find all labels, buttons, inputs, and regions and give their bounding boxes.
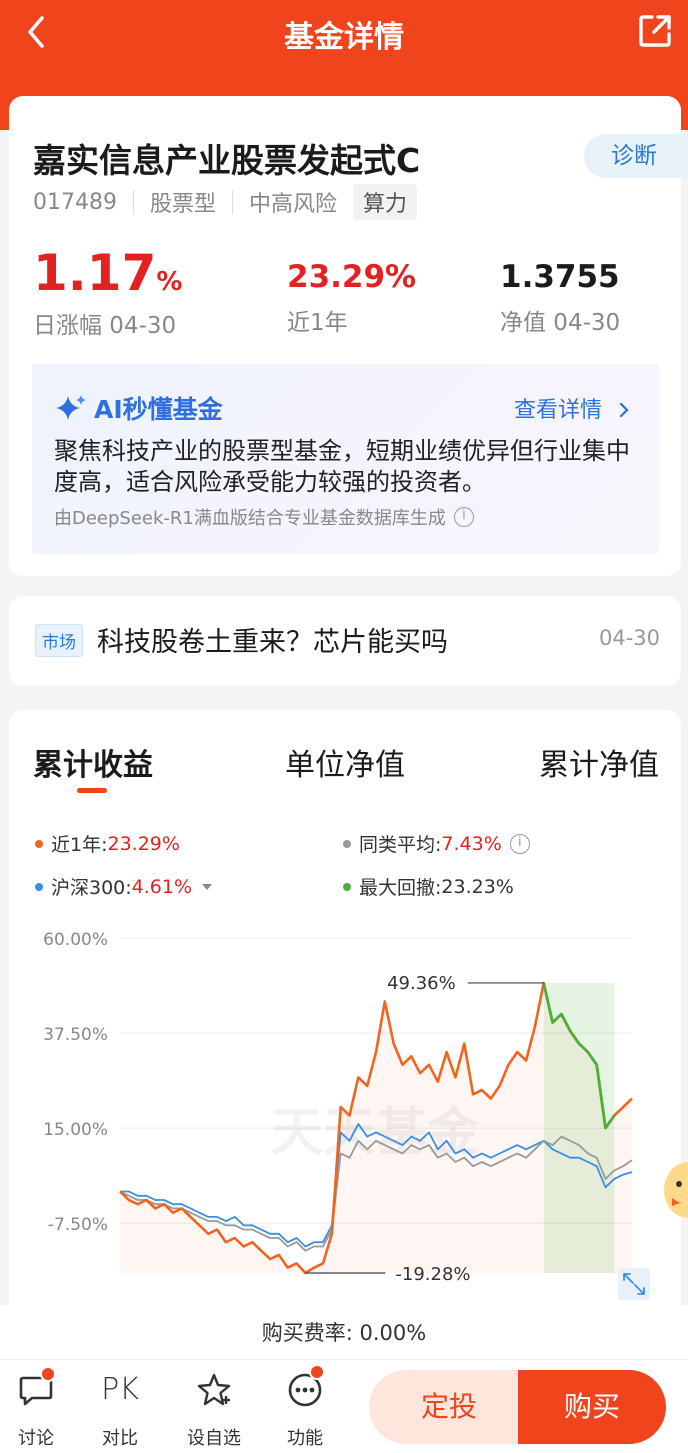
bottom-bar: 购买费率: 0.00% 讨论 PK 对比 设自选 功能 定投 购买 (0, 1305, 688, 1453)
star-add-icon (197, 1373, 231, 1406)
watchlist-button[interactable]: 设自选 (174, 1360, 254, 1453)
purchase-fee: 购买费率: 0.00% (261, 1321, 427, 1345)
notification-dot (309, 1364, 325, 1380)
sip-button[interactable]: 定投 (369, 1370, 529, 1444)
y-tick-label: 37.50% (43, 1025, 108, 1045)
y-tick-label: 15.00% (43, 1120, 108, 1140)
action-tabbar: 讨论 PK 对比 设自选 功能 定投 购买 (0, 1359, 688, 1453)
max-value-label: 49.36% (387, 973, 456, 994)
y-tick-label: -7.50% (48, 1215, 108, 1235)
min-value-label: -19.28% (395, 1264, 470, 1285)
buy-button[interactable]: 购买 (518, 1370, 666, 1444)
return-chart[interactable]: 60.00%37.50%15.00%-7.50%天天基金49.36%-19.28… (0, 0, 688, 1305)
expand-button (618, 1268, 650, 1300)
functions-button[interactable]: 功能 (265, 1360, 345, 1453)
pk-icon: PK (101, 1372, 139, 1407)
mascot-eye (676, 1181, 682, 1187)
mascot-icon (664, 1162, 688, 1218)
drawdown-highlight (543, 982, 615, 1273)
notification-dot (40, 1366, 56, 1382)
y-tick-label: 60.00% (43, 930, 108, 950)
compare-button[interactable]: PK 对比 (80, 1360, 160, 1453)
discuss-button[interactable]: 讨论 (0, 1360, 76, 1453)
